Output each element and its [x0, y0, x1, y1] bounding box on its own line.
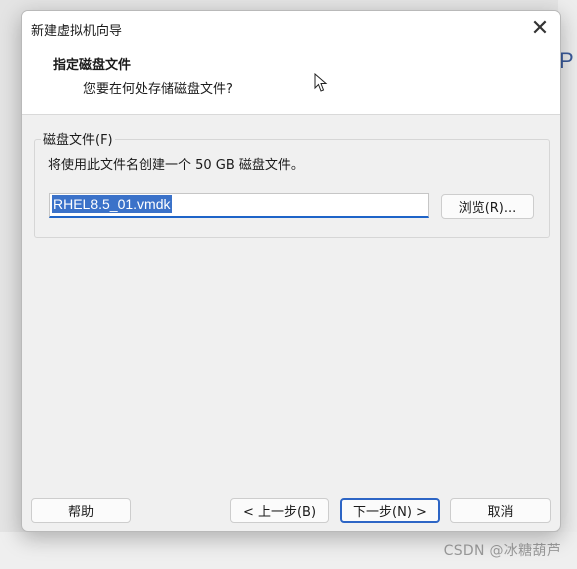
close-icon: ✕	[530, 15, 550, 41]
next-button[interactable]: 下一步(N) >	[340, 498, 440, 523]
disk-file-group-label: 磁盘文件(F)	[41, 129, 115, 148]
cancel-button[interactable]: 取消	[450, 498, 551, 523]
window-title: 新建虚拟机向导	[31, 24, 123, 39]
wizard-header: 指定磁盘文件 您要在何处存储磁盘文件?	[22, 45, 560, 115]
disk-file-name-value: RHEL8.5_01.vmdk	[52, 195, 172, 213]
page-subtitle: 您要在何处存储磁盘文件?	[83, 82, 233, 97]
mouse-cursor-icon	[314, 73, 328, 92]
back-button[interactable]: < 上一步(B)	[230, 498, 329, 523]
close-button[interactable]: ✕	[520, 11, 560, 45]
page-title: 指定磁盘文件	[53, 58, 132, 73]
background-window-glyph: P	[559, 48, 574, 73]
disk-file-name-input[interactable]: RHEL8.5_01.vmdk	[49, 193, 429, 218]
new-vm-wizard-dialog: 新建虚拟机向导 ✕ 指定磁盘文件 您要在何处存储磁盘文件? 磁盘文件(F) 将使…	[21, 10, 561, 532]
help-button[interactable]: 帮助	[31, 498, 131, 523]
disk-file-description: 将使用此文件名创建一个 50 GB 磁盘文件。	[48, 158, 304, 173]
watermark: CSDN @冰糖葫芦	[443, 543, 561, 559]
title-bar[interactable]: 新建虚拟机向导 ✕	[22, 11, 560, 45]
browse-button[interactable]: 浏览(R)...	[441, 194, 534, 219]
